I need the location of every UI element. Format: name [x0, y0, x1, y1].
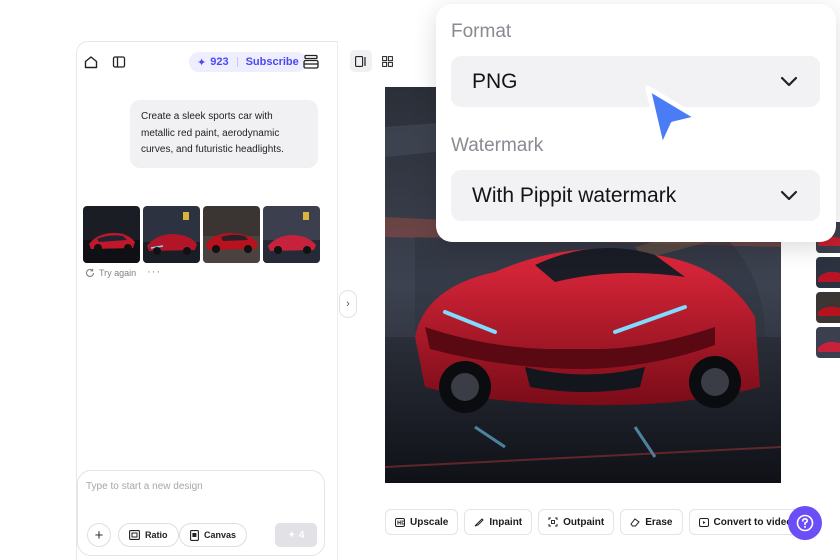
- thumbnail-4[interactable]: [263, 206, 320, 263]
- prompt-bubble: Create a sleek sports car with metallic …: [130, 100, 318, 168]
- upscale-label: Upscale: [410, 516, 449, 528]
- canvas-button[interactable]: Canvas: [179, 523, 248, 547]
- upscale-icon: HD: [395, 517, 405, 527]
- image-toolbar: HD Upscale Inpaint Outpaint Erase Conver…: [385, 509, 803, 535]
- canvas-icon: [190, 529, 199, 541]
- sidebar-toggle-icon[interactable]: [111, 54, 127, 70]
- expand-icon: [548, 517, 558, 527]
- upscale-button[interactable]: HD Upscale: [385, 509, 459, 535]
- format-select[interactable]: PNG: [451, 56, 820, 107]
- generated-thumbnails: [83, 206, 320, 263]
- add-attachment-button[interactable]: +: [87, 523, 111, 547]
- view-toggle: [350, 50, 398, 72]
- prompt-input[interactable]: [86, 481, 316, 492]
- single-view-button[interactable]: [350, 50, 372, 72]
- watermark-label: Watermark: [451, 135, 544, 156]
- send-button[interactable]: ✦ 4: [275, 523, 317, 547]
- outpaint-label: Outpaint: [563, 516, 605, 528]
- help-button[interactable]: [788, 506, 822, 540]
- inpaint-label: Inpaint: [489, 516, 523, 528]
- ratio-label: Ratio: [145, 530, 168, 540]
- export-settings-popover: Format PNG Watermark With Pippit waterma…: [436, 4, 836, 242]
- app-stage: ✦ 923 Subscribe Create a sleek sports ca…: [0, 0, 840, 560]
- ratio-button[interactable]: Ratio: [118, 523, 179, 547]
- refresh-icon: [86, 268, 95, 277]
- chevron-down-icon: [780, 190, 798, 200]
- ratio-icon: [129, 530, 140, 540]
- help-icon: [796, 514, 814, 532]
- thumbnail-1[interactable]: [83, 206, 140, 263]
- format-label: Format: [451, 21, 512, 42]
- watermark-select[interactable]: With Pippit watermark: [451, 170, 820, 221]
- mouse-cursor-icon: [645, 85, 701, 151]
- home-icon[interactable]: [83, 54, 99, 70]
- convert-to-video-button[interactable]: Convert to video: [688, 509, 803, 535]
- sparkle-icon: ✦: [197, 56, 207, 69]
- send-cost: 4: [298, 529, 305, 541]
- chevron-right-icon: ›: [346, 298, 350, 310]
- try-again-button[interactable]: Try again: [85, 268, 136, 278]
- canvas-label: Canvas: [204, 530, 237, 540]
- grid-view-icon: [381, 55, 393, 67]
- sparkle-icon: ✦: [287, 529, 296, 541]
- side-thumbnails: [816, 222, 840, 358]
- eraser-icon: [630, 518, 640, 527]
- side-thumbnail-2[interactable]: [816, 257, 840, 288]
- side-thumbnail-3[interactable]: [816, 292, 840, 323]
- more-options-icon[interactable]: ···: [147, 266, 161, 278]
- format-value: PNG: [472, 69, 518, 93]
- collapse-panel-button[interactable]: ›: [339, 290, 357, 318]
- chevron-down-icon: [780, 76, 798, 86]
- composer: + Ratio Canvas ✦ 4: [77, 470, 325, 556]
- single-view-icon: [355, 55, 366, 67]
- layers-icon[interactable]: [303, 53, 319, 71]
- try-again-label: Try again: [99, 268, 137, 278]
- watermark-value: With Pippit watermark: [472, 183, 677, 207]
- inpaint-button[interactable]: Inpaint: [464, 509, 533, 535]
- chat-panel: ✦ 923 Subscribe Create a sleek sports ca…: [76, 41, 338, 560]
- brush-icon: [475, 518, 485, 527]
- erase-button[interactable]: Erase: [620, 509, 683, 535]
- video-icon: [698, 517, 709, 527]
- svg-text:HD: HD: [397, 520, 405, 526]
- convert-label: Convert to video: [713, 516, 793, 528]
- outpaint-button[interactable]: Outpaint: [538, 509, 615, 535]
- divider: [236, 57, 238, 67]
- erase-label: Erase: [645, 516, 673, 528]
- subscribe-link[interactable]: Subscribe: [246, 56, 299, 68]
- credits-count: 923: [210, 56, 229, 68]
- credits-pill[interactable]: ✦ 923 Subscribe: [189, 52, 307, 72]
- thumbnail-2[interactable]: [143, 206, 200, 263]
- grid-view-button[interactable]: [376, 50, 398, 72]
- side-thumbnail-4[interactable]: [816, 327, 840, 358]
- thumbnail-3[interactable]: [203, 206, 260, 263]
